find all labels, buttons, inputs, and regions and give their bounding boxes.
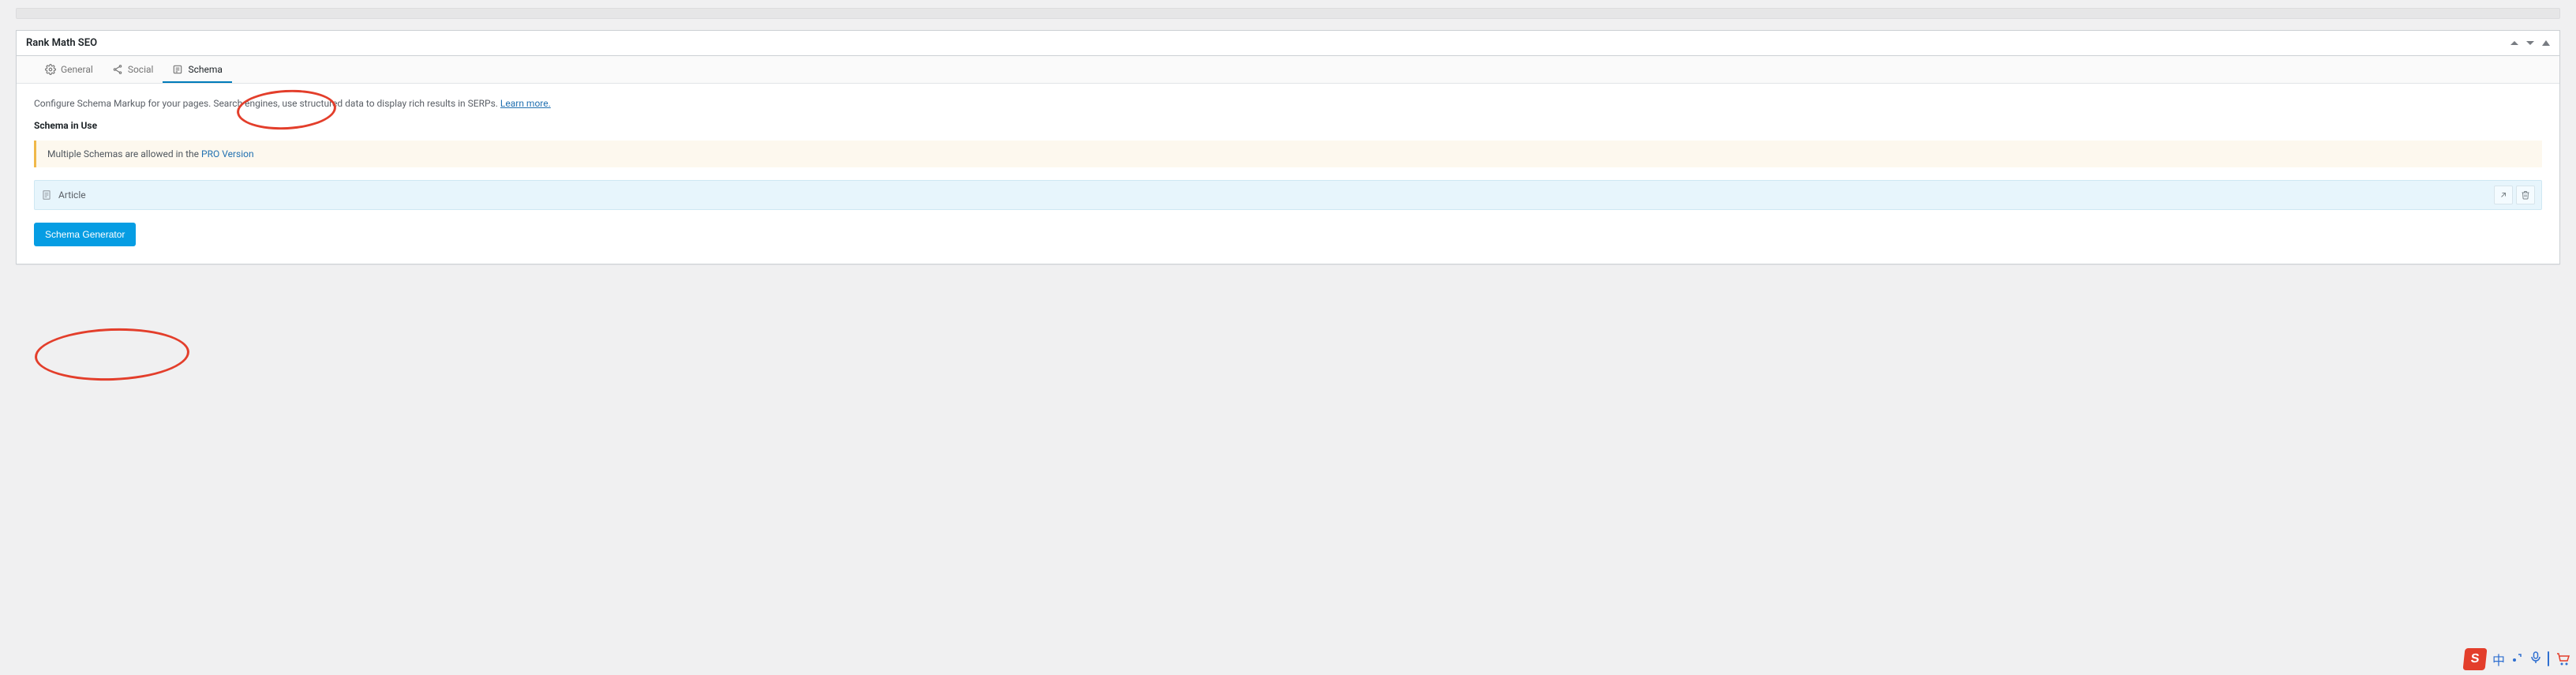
tab-general-label: General	[61, 64, 93, 75]
pro-version-link[interactable]: PRO Version	[201, 148, 254, 159]
tab-social[interactable]: Social	[103, 56, 163, 83]
schema-type-label: Article	[58, 189, 86, 201]
tab-social-label: Social	[128, 64, 154, 75]
ime-keyboard-icon[interactable]	[2548, 652, 2549, 666]
schema-in-use-row: Article	[34, 180, 2542, 210]
ime-toolbar: S 中	[2464, 648, 2571, 670]
move-up-icon[interactable]	[2510, 41, 2518, 45]
delete-schema-button[interactable]	[2516, 186, 2535, 204]
schema-icon	[172, 64, 183, 75]
share-icon	[112, 64, 123, 75]
tab-content-schema: Configure Schema Markup for your pages. …	[17, 84, 2559, 264]
tab-bar: General Social	[17, 56, 2559, 84]
schema-generator-button[interactable]: Schema Generator	[34, 223, 136, 246]
tab-general[interactable]: General	[36, 56, 103, 83]
ime-language-indicator[interactable]: 中	[2492, 650, 2505, 669]
edit-schema-button[interactable]	[2494, 186, 2513, 204]
tab-schema-label: Schema	[188, 64, 222, 75]
panel-header-actions	[2510, 40, 2550, 46]
tab-schema[interactable]: Schema	[163, 56, 231, 83]
ime-punctuation-icon[interactable]	[2511, 651, 2524, 668]
ime-mic-icon[interactable]	[2530, 651, 2541, 668]
pro-notice-text: Multiple Schemas are allowed in the	[47, 148, 201, 159]
panel-header: Rank Math SEO	[17, 31, 2559, 56]
pro-notice: Multiple Schemas are allowed in the PRO …	[34, 141, 2542, 167]
schema-description-text: Configure Schema Markup for your pages. …	[34, 98, 500, 109]
ime-cart-icon[interactable]	[2555, 652, 2571, 666]
top-placeholder-bar	[16, 8, 2560, 19]
sogou-logo-icon[interactable]: S	[2463, 648, 2488, 670]
schema-description: Configure Schema Markup for your pages. …	[34, 98, 2542, 109]
move-down-icon[interactable]	[2526, 41, 2534, 45]
collapse-toggle-icon[interactable]	[2542, 40, 2550, 46]
annotation-circle-generator-button	[34, 326, 190, 384]
article-icon	[41, 189, 52, 201]
learn-more-link[interactable]: Learn more.	[500, 98, 551, 109]
panel-title: Rank Math SEO	[26, 37, 97, 49]
schema-in-use-heading: Schema in Use	[34, 120, 2542, 131]
gear-icon	[45, 64, 56, 75]
rank-math-seo-panel: Rank Math SEO General	[16, 30, 2560, 264]
